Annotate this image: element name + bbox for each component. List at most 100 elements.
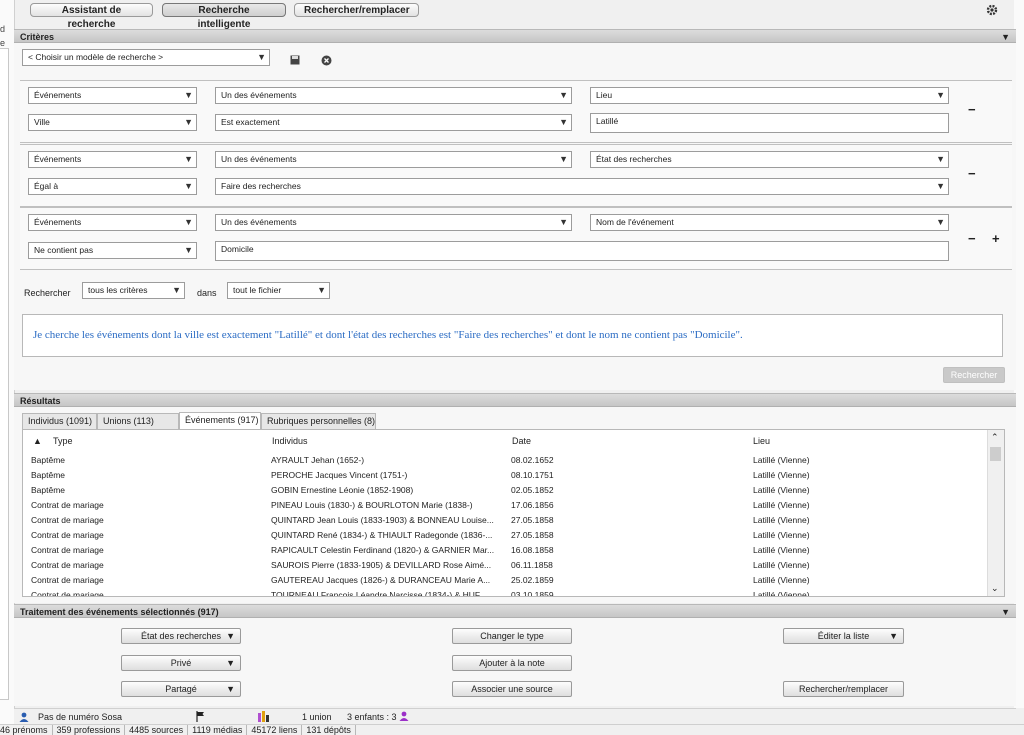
file-scope-select[interactable]: tout le fichier ▼ [227,282,330,299]
chevron-down-icon[interactable]: ▼ [1001,30,1010,44]
scroll-up-icon[interactable]: ⌃ [991,432,999,443]
table-row[interactable]: Baptême GOBIN Ernestine Léonie (1852-1908… [23,482,989,497]
person-icon [19,712,29,724]
run-search-button[interactable]: Rechercher [943,367,1005,383]
add-note-button[interactable]: Ajouter à la note [452,655,572,671]
change-type-button[interactable]: Changer le type [452,628,572,644]
button-label: Privé [170,658,192,668]
cell-individus: PEROCHE Jacques Vincent (1751-) [271,470,408,480]
select-value: Lieu [596,90,613,100]
processing-header[interactable]: Traitement des événements sélectionnés (… [14,604,1016,618]
criteria-header[interactable]: Critères ▼ [14,29,1016,43]
chevron-down-icon: ▼ [226,658,235,668]
table-row[interactable]: Contrat de mariage TOURNEAU Francois Léan… [23,587,989,596]
tab-unions[interactable]: Unions (113) [97,413,179,429]
results-table: ▲ Type Individus Date Lieu Baptême AYRAUL… [22,429,1005,597]
add-criterion-icon[interactable]: + [992,231,1000,246]
scrollbar-thumb[interactable] [990,447,1001,461]
criterion-value-input[interactable]: Domicile [215,241,949,261]
union-count: 1 union [302,712,332,722]
chevron-down-icon: ▼ [936,217,945,227]
criterion-field-select[interactable]: Nom de l'événement ▼ [590,214,949,231]
remove-criterion-icon[interactable]: − [968,102,976,117]
scroll-down-icon[interactable]: ⌄ [991,583,999,594]
smart-search-button[interactable]: Recherche intelligente [162,3,286,30]
cell-type: Contrat de mariage [31,515,104,525]
cell-individus: QUINTARD René (1834-) & THIAULT Radegond… [271,530,493,540]
results-header: Résultats [14,393,1016,407]
edit-list-button[interactable]: Éditer la liste ▼ [783,628,904,644]
criterion-operator-select[interactable]: Est exactement ▼ [215,114,572,131]
research-state-button[interactable]: État des recherches ▼ [121,628,241,644]
chevron-down-icon[interactable]: ▼ [1001,605,1010,619]
select-value: tout le fichier [233,285,282,295]
tab-evenements[interactable]: Événements (917) [179,412,261,429]
flag-icon[interactable] [196,711,206,724]
save-icon[interactable] [290,55,300,67]
table-row[interactable]: Contrat de mariage QUINTARD Jean Louis (1… [23,512,989,527]
remove-criterion-icon[interactable]: − [968,166,976,181]
chevron-down-icon: ▼ [559,117,568,127]
private-button[interactable]: Privé ▼ [121,655,241,671]
criterion-object-select[interactable]: Événements ▼ [28,214,197,231]
link-source-button[interactable]: Associer une source [452,681,572,697]
cell-type: Contrat de mariage [31,575,104,585]
select-value: Un des événements [221,154,297,164]
criterion-field-select[interactable]: Lieu ▼ [590,87,949,104]
criterion-object-select[interactable]: Événements ▼ [28,87,197,104]
criterion-operator-select[interactable]: Égal à ▼ [28,178,197,195]
clear-icon[interactable] [321,55,332,68]
criterion-value-input[interactable]: Latillé [590,113,949,133]
chevron-down-icon: ▼ [184,245,193,255]
criterion-value-select[interactable]: Faire des recherches ▼ [215,178,949,195]
search-scope-select[interactable]: tous les critères ▼ [82,282,185,299]
search-model-select[interactable]: < Choisir un modèle de recherche > ▼ [22,49,270,66]
chevron-down-icon: ▼ [226,631,235,641]
tab-individus[interactable]: Individus (1091) [22,413,97,429]
criterion-subfield-select[interactable]: Ville ▼ [28,114,197,131]
column-header-individus[interactable]: Individus [272,436,308,446]
shared-button[interactable]: Partagé ▼ [121,681,241,697]
column-header-type[interactable]: Type [53,436,73,446]
cell-lieu: Latillé (Vienne) [753,455,810,465]
assistant-button[interactable]: Assistant de recherche [30,3,153,30]
criterion-scope-select[interactable]: Un des événements ▼ [215,87,572,104]
cell-lieu: Latillé (Vienne) [753,560,810,570]
criterion-scope-select[interactable]: Un des événements ▼ [215,214,572,231]
column-header-lieu[interactable]: Lieu [753,436,770,446]
criterion-scope-select[interactable]: Un des événements ▼ [215,151,572,168]
tab-rubriques[interactable]: Rubriques personnelles (8) [261,413,376,429]
column-header-date[interactable]: Date [512,436,531,446]
cell-lieu: Latillé (Vienne) [753,515,810,525]
select-value: tous les critères [88,285,148,295]
cell-lieu: Latillé (Vienne) [753,500,810,510]
cell-type: Contrat de mariage [31,530,104,540]
results-title: Résultats [20,396,61,406]
table-row[interactable]: Contrat de mariage PINEAU Louis (1830-) &… [23,497,989,512]
sort-ascending-icon[interactable]: ▲ [33,436,42,446]
remove-criterion-icon[interactable]: − [968,231,976,246]
criterion-object-select[interactable]: Événements ▼ [28,151,197,168]
generation-bars-icon[interactable] [258,711,272,724]
search-replace-button[interactable]: Rechercher/remplacer [294,3,419,17]
results-scrollbar[interactable]: ⌃ ⌄ [987,430,1004,596]
children-count: 3 enfants : 3 [347,712,397,722]
cell-date: 08.02.1652 [511,455,554,465]
table-row[interactable]: Contrat de mariage QUINTARD René (1834-) … [23,527,989,542]
button-label: État des recherches [140,631,222,641]
cell-individus: GAUTEREAU Jacques (1826-) & DURANCEAU Ma… [271,575,491,585]
table-row[interactable]: Contrat de mariage RAPICAULT Celestin Fer… [23,542,989,557]
chevron-down-icon: ▼ [184,154,193,164]
criterion-operator-select[interactable]: Ne contient pas ▼ [28,242,197,259]
table-row[interactable]: Contrat de mariage GAUTEREAU Jacques (182… [23,572,989,587]
left-panel-strip: d e [0,0,15,734]
chevron-down-icon: ▼ [559,90,568,100]
table-row[interactable]: Baptême PEROCHE Jacques Vincent (1751-) 08… [23,467,989,482]
search-replace-list-button[interactable]: Rechercher/remplacer [783,681,904,697]
table-row[interactable]: Contrat de mariage SAUROIS Pierre (1833-1… [23,557,989,572]
gear-icon[interactable] [985,3,999,19]
child-person-icon [399,711,409,723]
criterion-field-select[interactable]: État des recherches ▼ [590,151,949,168]
table-row[interactable]: Baptême AYRAULT Jehan (1652-) 08.02.1652 La… [23,452,989,467]
chevron-down-icon: ▼ [936,181,945,191]
